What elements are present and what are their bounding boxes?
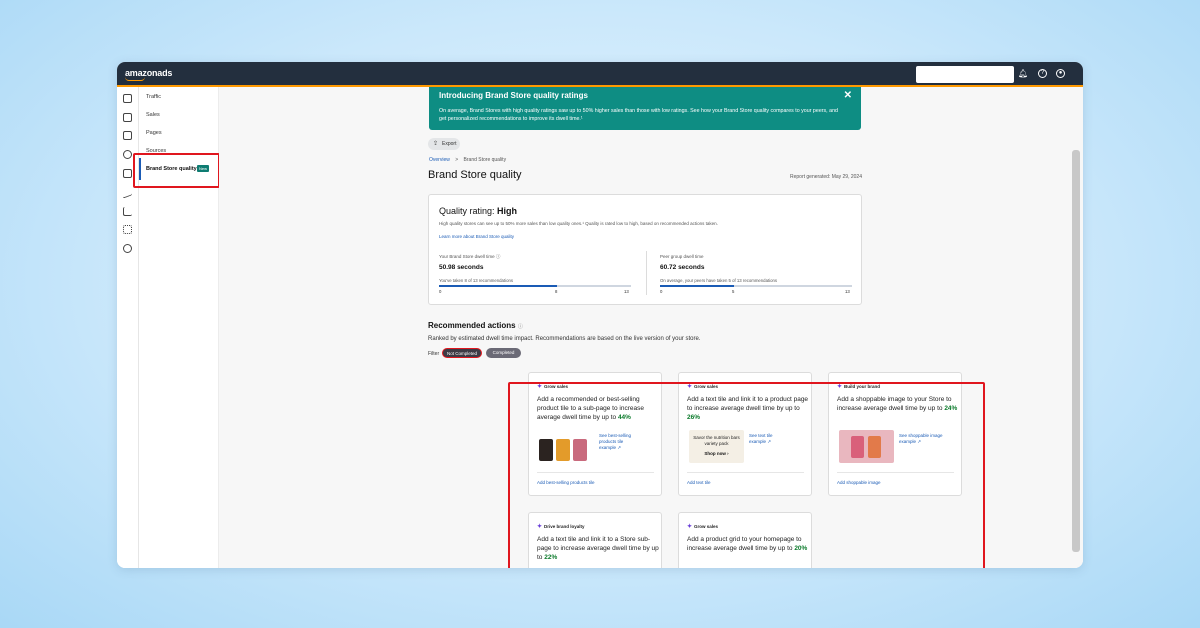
close-icon[interactable]: ✕ (844, 90, 852, 101)
export-button[interactable]: ⇪ Export (428, 138, 460, 150)
your-progress-track (439, 285, 631, 287)
peer-tick-current: 5 (732, 289, 735, 294)
peer-dwell-label: Peer group dwell time (660, 254, 704, 259)
scrollbar[interactable] (1072, 150, 1080, 552)
peer-progress-fill (660, 285, 734, 287)
quality-rating-card: Quality rating: High High quality stores… (428, 194, 862, 305)
your-dwell-label: Your Brand Store dwell time ⓘ (439, 254, 501, 259)
your-recommendations-note: You've taken 8 of 13 recommendations (439, 278, 513, 283)
quality-title-prefix: Quality rating: (439, 206, 498, 216)
app-window: amazonads 🔔︎ ? ● Traffic Sales Pages Sou… (117, 62, 1083, 568)
peer-progress-track (660, 285, 852, 287)
breadcrumb-separator: > (455, 157, 459, 163)
peer-dwell-value: 60.72 seconds (660, 264, 705, 271)
export-icon: ⇪ (433, 141, 439, 147)
recommended-actions-subtitle: Ranked by estimated dwell time impact. R… (428, 336, 701, 342)
your-dwell-value: 50.98 seconds (439, 264, 484, 271)
logo-smile (125, 77, 145, 81)
peer-dwell-time: Peer group dwell time 60.72 seconds On a… (660, 251, 852, 297)
your-dwell-time: Your Brand Store dwell time ⓘ 50.98 seco… (439, 251, 631, 297)
peer-tick-end: 13 (845, 289, 850, 294)
quality-divider (646, 251, 647, 295)
gear-icon[interactable] (123, 244, 132, 253)
search-input[interactable] (916, 66, 1014, 83)
quality-subtitle: High quality stores can see up to 50% mo… (439, 221, 718, 226)
main-content: Introducing Brand Store quality ratings … (219, 87, 1083, 568)
announcement-banner: Introducing Brand Store quality ratings … (429, 87, 861, 130)
breadcrumb: Overview > Brand Store quality (429, 157, 506, 163)
quality-rating-value: High (497, 206, 518, 216)
filter-not-completed[interactable]: Not Completed (442, 348, 482, 358)
page-title: Brand Store quality (428, 169, 522, 181)
apps-icon[interactable] (123, 225, 132, 234)
highlight-box-sidebar (133, 153, 220, 188)
trend-icon[interactable] (123, 186, 132, 199)
breadcrumb-overview[interactable]: Overview (429, 157, 450, 163)
learn-more-link[interactable]: Learn more about Brand Store quality (439, 234, 514, 239)
breadcrumb-current: Brand Store quality (463, 157, 507, 163)
banner-body: On average, Brand Stores with high quali… (439, 108, 838, 122)
peer-tick-start: 0 (660, 289, 663, 294)
banner-title: Introducing Brand Store quality ratings (439, 91, 588, 100)
quality-rating-title: Quality rating: High (439, 206, 517, 216)
help-icon[interactable]: ? (1038, 69, 1047, 78)
peer-recommendations-note: On average, your peers have taken 5 of 1… (660, 278, 778, 283)
media-icon[interactable] (123, 131, 132, 140)
your-tick-end: 13 (624, 289, 629, 294)
chart-icon[interactable] (123, 207, 132, 216)
recommended-title-text: Recommended actions (428, 321, 516, 330)
your-tick-start: 0 (439, 289, 442, 294)
report-generated: Report generated: May 29, 2024 (790, 174, 862, 180)
recommended-actions-title: Recommended actions ⓘ (428, 321, 523, 330)
export-label: Export (442, 141, 457, 147)
shield-icon[interactable] (123, 150, 132, 159)
filter-label: Filter (428, 351, 440, 357)
subnav-item-traffic[interactable]: Traffic (146, 94, 161, 100)
bell-icon[interactable]: 🔔︎ (1018, 69, 1028, 78)
account-icon[interactable]: ● (1056, 69, 1065, 78)
info-icon[interactable]: ⓘ (518, 324, 523, 330)
grid-icon[interactable] (123, 113, 132, 122)
your-tick-current: 8 (555, 289, 558, 294)
campaigns-icon[interactable] (123, 94, 132, 103)
top-bar: amazonads 🔔︎ ? ● (117, 62, 1083, 87)
filter-completed[interactable]: Completed (486, 348, 521, 358)
stores-icon[interactable] (123, 169, 132, 178)
your-progress-fill (439, 285, 558, 287)
subnav-item-sales[interactable]: Sales (146, 112, 160, 118)
subnav-item-pages[interactable]: Pages (146, 130, 162, 136)
highlight-box-recommendations (508, 382, 985, 568)
